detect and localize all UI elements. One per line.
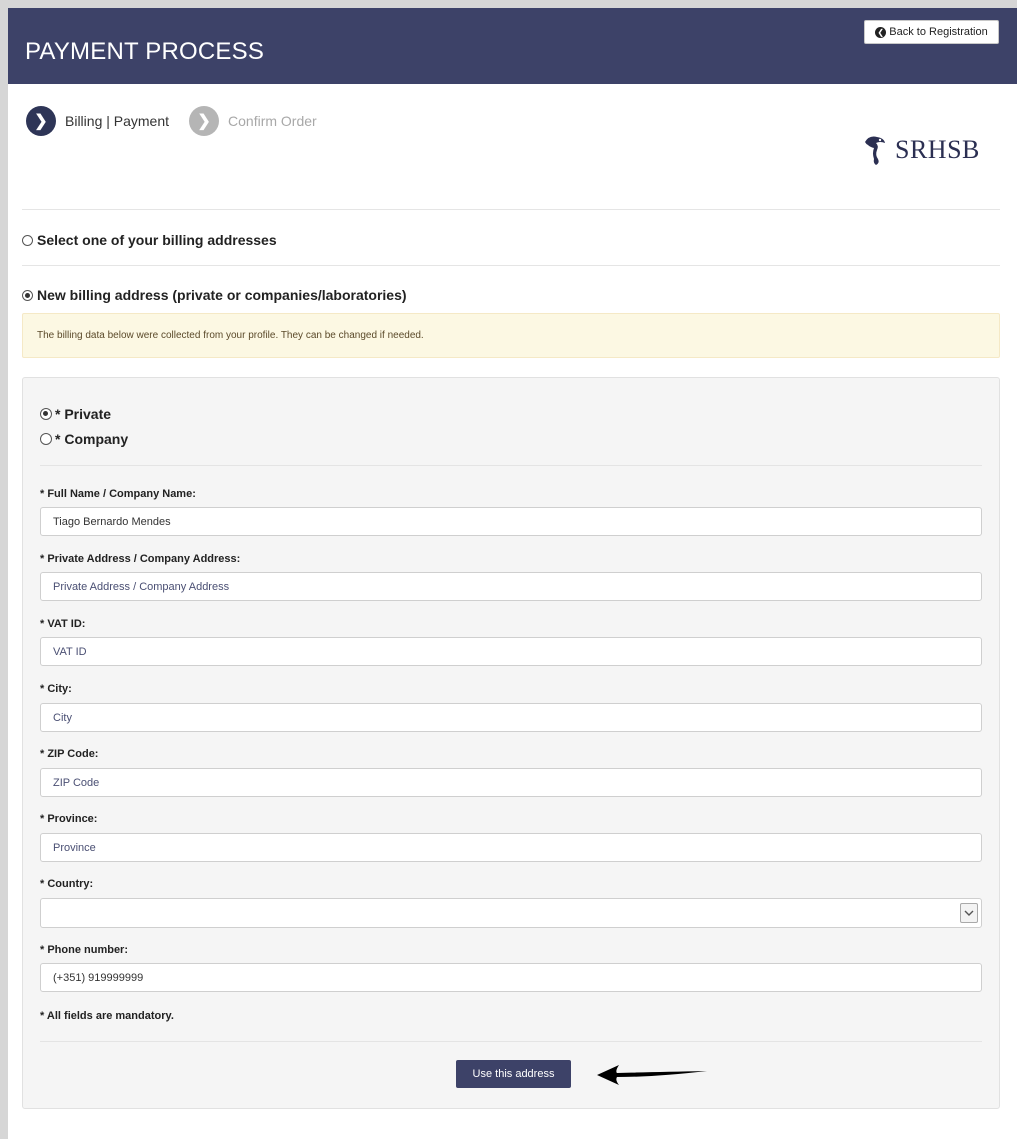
step-active-chevron-icon: ❯ [26, 106, 56, 136]
private-label: * Private [55, 406, 112, 422]
company-option[interactable]: * Company [40, 431, 128, 447]
header-bar: PAYMENT PROCESS ❮ Back to Registration [8, 8, 1017, 84]
company-label: * Company [55, 431, 129, 447]
new-billing-address-option[interactable]: New billing address (private or companie… [22, 287, 407, 303]
profile-data-notice: The billing data below were collected fr… [22, 313, 1000, 358]
notice-text: The billing data below were collected fr… [37, 330, 424, 341]
select-existing-address-option[interactable]: Select one of your billing addresses [22, 232, 277, 248]
divider [22, 265, 1000, 266]
address-label: * Private Address / Company Address: [40, 553, 241, 565]
divider [22, 209, 1000, 210]
form-divider [40, 465, 982, 466]
seahorse-logo-icon [865, 136, 885, 165]
zip-field[interactable]: ZIP Code [40, 768, 982, 797]
logo-text: SRHSB [895, 135, 980, 164]
page-title: PAYMENT PROCESS [25, 38, 265, 65]
full-name-label: * Full Name / Company Name: [40, 488, 196, 500]
use-this-address-button[interactable]: Use this address [456, 1060, 571, 1088]
billing-form-panel: * Private * Company * Full Name / Compan… [22, 377, 1000, 1109]
company-radio[interactable] [40, 433, 52, 445]
step-inactive-chevron-icon: ❯ [189, 106, 220, 136]
mandatory-note: * All fields are mandatory. [40, 1010, 174, 1022]
step-billing-payment: Billing | Payment [65, 113, 170, 129]
full-name-field[interactable]: Tiago Bernardo Mendes [40, 507, 982, 536]
chevron-left-circle-icon: ❮ [875, 26, 887, 38]
province-label: * Province: [40, 813, 98, 825]
new-address-radio[interactable] [22, 289, 33, 301]
payment-page: PAYMENT PROCESS ❮ Back to Registration ❯… [8, 8, 1017, 1139]
step-confirm-order: Confirm Order [228, 113, 317, 129]
zip-label: * ZIP Code: [40, 748, 99, 760]
phone-field[interactable]: (+351) 919999999 [40, 963, 982, 992]
new-address-label: New billing address (private or companie… [37, 287, 407, 303]
arrow-left-icon [597, 1065, 707, 1085]
private-radio[interactable] [40, 408, 52, 420]
country-select[interactable] [40, 898, 982, 928]
form-divider [40, 1041, 982, 1042]
back-button-label: Back to Registration [889, 26, 988, 38]
phone-label: * Phone number: [40, 944, 129, 956]
private-option[interactable]: * Private [40, 406, 111, 422]
city-label: * City: [40, 683, 72, 695]
country-label: * Country: [40, 878, 94, 890]
back-to-registration-button[interactable]: ❮ Back to Registration [864, 20, 999, 44]
vat-field[interactable]: VAT ID [40, 637, 982, 666]
progress-steps: ❯ Billing | Payment ❯ Confirm Order [26, 106, 337, 136]
srhsb-logo: SRHSB [863, 133, 980, 167]
province-field[interactable]: Province [40, 833, 982, 862]
select-existing-radio[interactable] [22, 234, 33, 246]
select-existing-label: Select one of your billing addresses [37, 232, 277, 248]
chevron-down-icon[interactable] [960, 903, 978, 923]
address-field[interactable]: Private Address / Company Address [40, 572, 982, 601]
vat-label: * VAT ID: [40, 618, 86, 630]
city-field[interactable]: City [40, 703, 982, 732]
